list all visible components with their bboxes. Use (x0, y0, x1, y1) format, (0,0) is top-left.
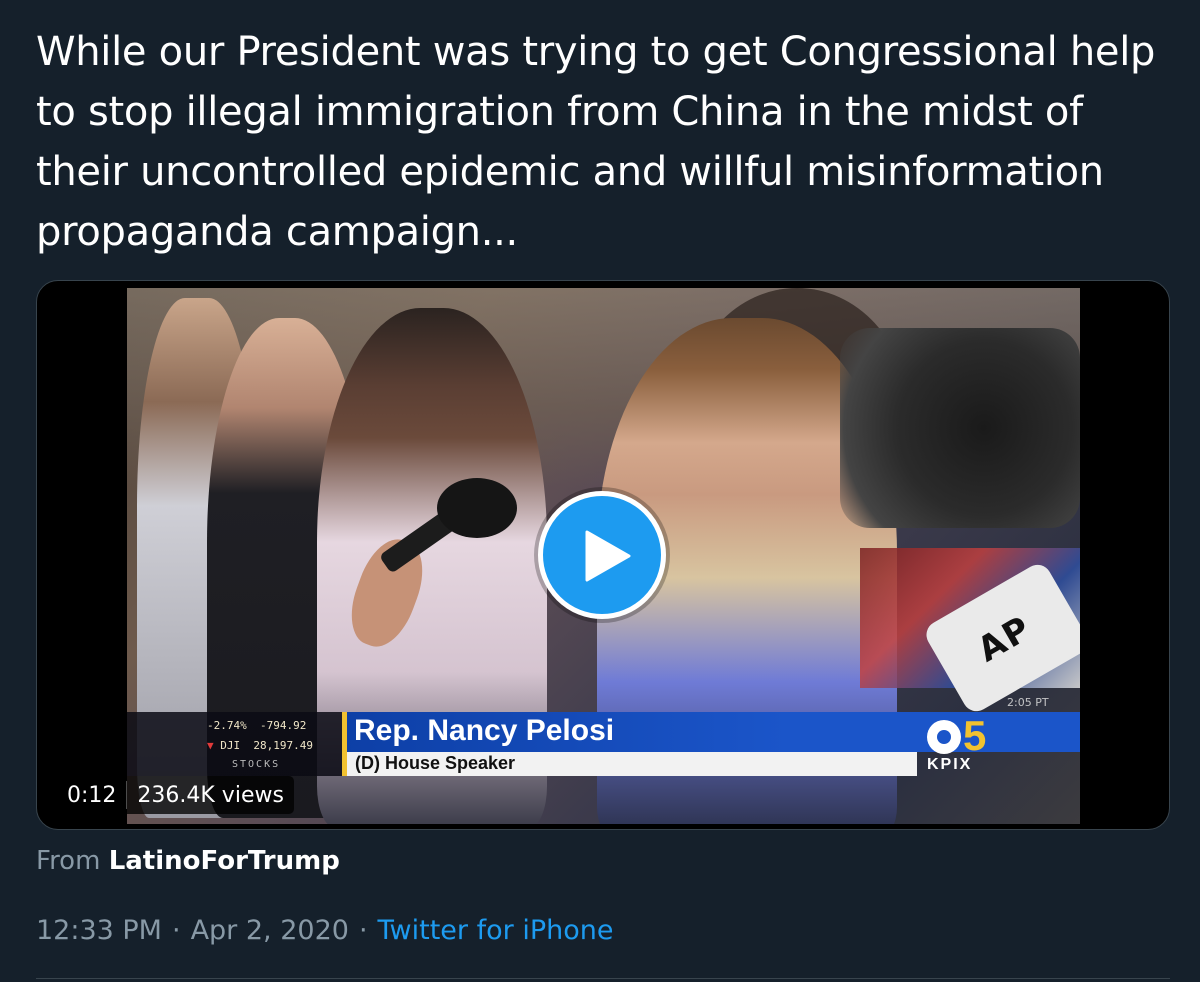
down-arrow-icon: ▼ (207, 739, 214, 752)
stock-label: STOCKS (232, 759, 281, 770)
station-number: 5 (963, 712, 987, 759)
client-app-link[interactable]: Twitter for iPhone (378, 915, 614, 946)
stock-ticker: -2.74% -794.92 ▼ DJI 28,197.49 STOCKS (127, 712, 342, 776)
play-button[interactable] (538, 491, 666, 619)
tweet: While our President was trying to get Co… (0, 0, 1200, 982)
tweet-text: While our President was trying to get Co… (36, 29, 1156, 255)
tweet-date-link[interactable]: Apr 2, 2020 (191, 915, 349, 946)
source-account-link[interactable]: LatinoForTrump (109, 846, 340, 876)
stock-row: ▼ DJI 28,197.49 (207, 739, 313, 752)
divider (36, 978, 1170, 979)
station-logo: 5 KPIX (917, 712, 1007, 776)
stock-index: DJI (220, 739, 241, 752)
tweet-time-link[interactable]: 12:33 PM (36, 915, 162, 946)
video-duration: 0:12 (67, 782, 117, 808)
stock-value: 28,197.49 (253, 739, 313, 752)
stock-points: -794.92 (260, 719, 307, 732)
scene-camera (840, 328, 1080, 528)
source-prefix: From (36, 846, 101, 876)
video-source: From LatinoForTrump (36, 846, 340, 876)
video-views: 236.4K views (137, 782, 284, 808)
separator-dot: · (171, 915, 181, 946)
play-icon (585, 530, 631, 582)
lower-third-title-bar: (D) House Speaker (347, 752, 917, 776)
lower-third-title: (D) House Speaker (355, 753, 516, 773)
ap-mic-label: AP (971, 608, 1039, 671)
stock-row: -2.74% -794.92 (207, 719, 306, 732)
separator-dot: · (358, 915, 368, 946)
station-call-letters: KPIX (927, 756, 973, 773)
burned-in-time: 2:05 PT (1007, 696, 1049, 709)
cbs-eye-icon (927, 720, 961, 754)
stock-change: -2.74% (207, 719, 247, 732)
lower-third-name: Rep. Nancy Pelosi (354, 714, 615, 747)
tweet-timestamp-line: 12:33 PM · Apr 2, 2020 · Twitter for iPh… (36, 915, 613, 946)
video-player[interactable]: AP 2:05 PT -2.74% -794.92 ▼ DJI 28,197.4… (36, 280, 1170, 830)
scene-microphone (437, 478, 517, 538)
video-meta-badge: 0:12 236.4K views (57, 776, 294, 814)
